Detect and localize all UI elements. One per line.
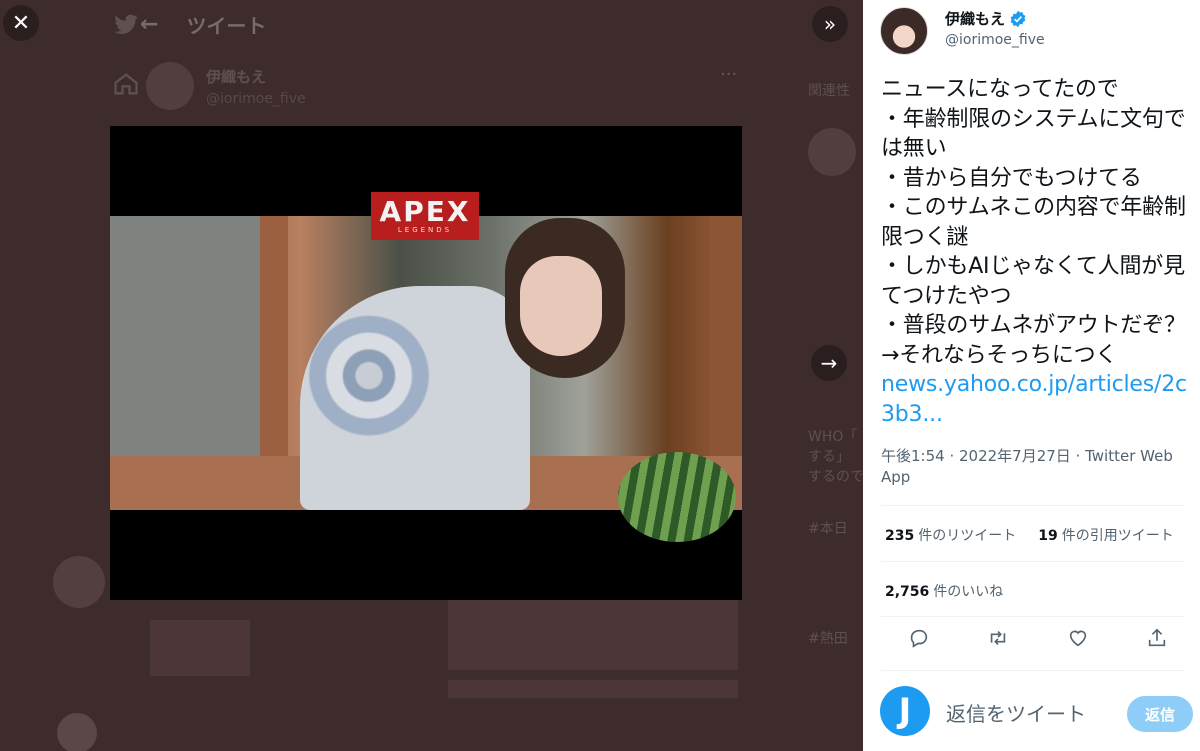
divider [881,561,1184,562]
likes-stats-row: 2,756 件のいいね [885,581,1003,601]
close-icon: ✕ [11,10,31,36]
quotes-stat[interactable]: 19 件の引用ツイート [1038,525,1173,545]
author-handle[interactable]: @iorimoe_five [945,32,1045,48]
next-media-button[interactable]: → [811,345,847,381]
background-header: ← ツイート [140,0,266,48]
author-avatar[interactable] [880,7,928,55]
background-card-grid [448,680,738,698]
apex-logo-subtext: LEGENDS [397,225,453,234]
tweet-stats-row: 235 件のリツイート 19 件の引用ツイート [885,525,1174,545]
arrow-right-icon: → [820,351,838,375]
author-name[interactable]: 伊織もえ [945,8,1005,29]
background-author: 伊織もえ @iorimoe_five [146,62,306,110]
retweets-count: 235 [885,528,915,544]
background-right-label: する」 [808,449,850,465]
double-chevron-right-icon: » [823,12,837,36]
reply-input[interactable]: 返信をツイート [946,698,1086,727]
background-right-label: するので [808,469,863,485]
likes-count: 2,756 [885,584,930,600]
account-avatar-background [57,713,97,751]
quotes-label: 件の引用ツイート [1061,528,1174,544]
likes-label: 件のいいね [933,584,1004,600]
like-button[interactable] [1067,627,1089,653]
author-name-row[interactable]: 伊織もえ [945,8,1027,29]
tweet-link[interactable]: news.yahoo.co.jp/articles/2c3b3... [881,372,1187,427]
back-arrow-icon: ← [140,11,159,37]
reply-button[interactable] [908,627,930,653]
tweet-text: ニュースになってたので ・年齢制限のシステムに文句では無い ・昔から自分でもつけ… [881,75,1193,429]
divider [881,616,1184,617]
reply-submit-button[interactable]: 返信 [1127,696,1193,732]
tweet-meta: 午後1:54 · 2022年7月27日 · Twitter Web App [881,447,1173,486]
photo-wall [110,216,260,456]
background-right-label: 関連性 [808,83,850,99]
close-button[interactable]: ✕ [3,5,39,41]
home-icon [112,70,142,100]
apex-logo-text: APEX [379,194,471,228]
heart-icon [1069,630,1086,647]
share-button[interactable] [1146,627,1168,653]
divider [881,670,1184,671]
background-right-label: #熱田 [808,631,848,647]
retweet-icon [991,630,1006,646]
background-author-avatar [146,62,194,110]
apex-logo: APEX LEGENDS [371,192,479,240]
retweets-label: 件のリツイート [918,528,1017,544]
background-author-handle: @iorimoe_five [206,91,306,107]
collapse-panel-button[interactable]: » [812,6,848,42]
background-right-label: #本日 [808,521,848,537]
background-right-avatar [808,128,856,176]
tweet-panel: 伊織もえ @iorimoe_five ニュースになってたので ・年齢制限のシステ… [863,0,1200,751]
compose-button-background [53,556,105,608]
background-more-icon: ··· [720,64,738,85]
media-image[interactable]: APEX LEGENDS [110,126,742,600]
background-card-grid [448,600,738,670]
photo-person-face [520,256,602,356]
photo-watermelon [618,452,736,542]
photo-scene [110,216,742,542]
background-card-thumb [150,620,250,676]
photo-person-dress [300,286,530,510]
likes-stat[interactable]: 2,756 件のいいね [885,581,1003,601]
retweets-stat[interactable]: 235 件のリツイート [885,525,1016,545]
share-icon [1148,628,1166,647]
reply-icon [910,629,928,648]
tweet-body: ニュースになってたので ・年齢制限のシステムに文句では無い ・昔から自分でもつけ… [881,77,1186,368]
reply-user-avatar: J [880,686,930,736]
tweet-actions [908,627,1168,653]
background-sidebar [48,0,139,751]
background-link-card [150,600,740,750]
background-author-name: 伊織もえ [206,68,267,86]
background-right-label: WHO「 [808,429,858,445]
background-header-title: ツイート [186,13,267,38]
retweet-button[interactable] [987,627,1009,653]
divider [881,505,1184,506]
twitter-logo-icon [112,10,142,40]
verified-badge-icon [1010,10,1026,27]
quotes-count: 19 [1038,528,1058,544]
